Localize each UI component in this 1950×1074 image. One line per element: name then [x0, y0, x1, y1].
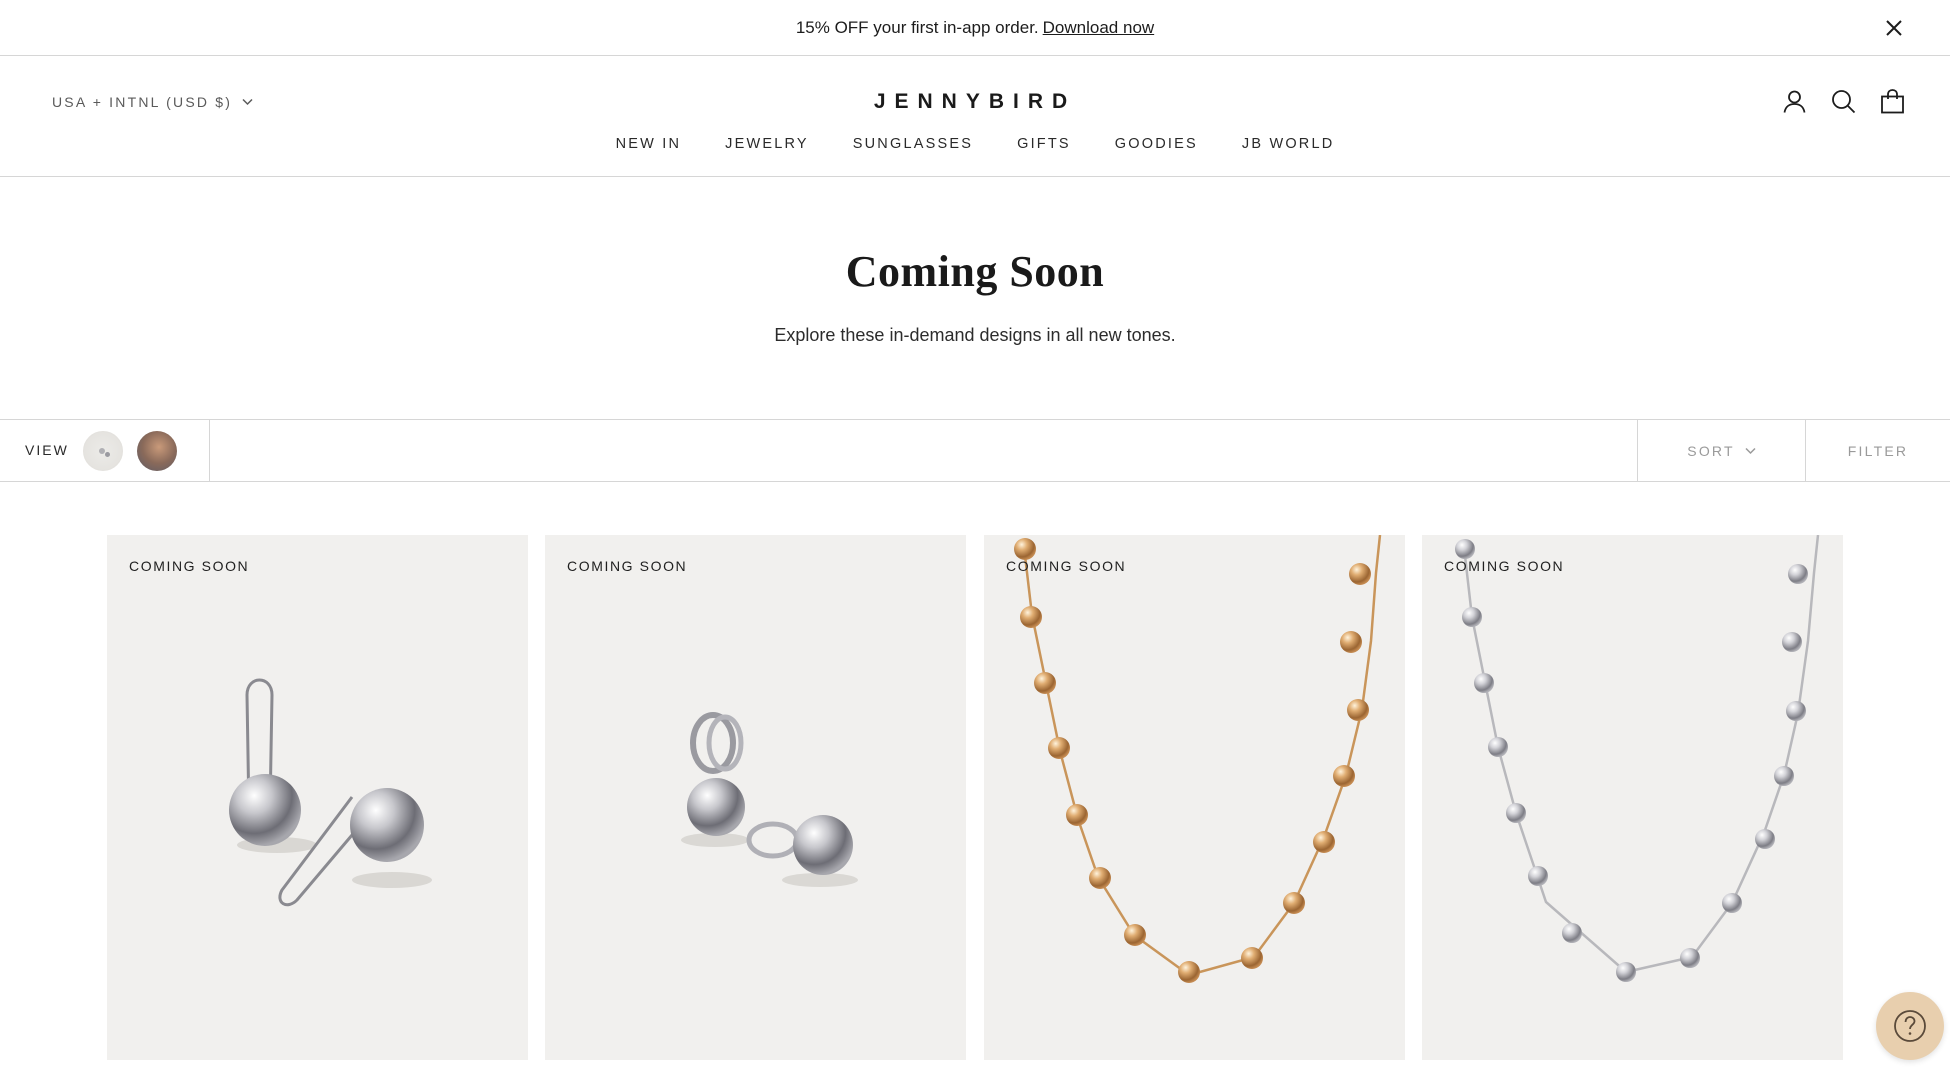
nav-item-new-in[interactable]: NEW IN [616, 136, 682, 152]
view-model-toggle[interactable] [137, 431, 177, 471]
gold-ball-chain-necklace-image [1014, 535, 1382, 983]
product-card[interactable]: COMING SOON [984, 535, 1405, 1060]
view-label: VIEW [25, 442, 69, 458]
nav-item-sunglasses[interactable]: SUNGLASSES [853, 136, 973, 152]
sort-label: SORT [1687, 442, 1735, 459]
announcement-text: 15% OFF your first in-app order. [795, 17, 1039, 37]
silver-ball-chain-necklace-image [1455, 535, 1820, 982]
filter-label: FILTER [1847, 442, 1909, 459]
help-chat-button[interactable] [1876, 992, 1944, 1060]
filter-button[interactable]: FILTER [1806, 420, 1950, 481]
collection-toolbar: VIEW SORT FILTER [0, 419, 1950, 482]
page-subtitle: Explore these in-demand designs in all n… [774, 325, 1176, 345]
bag-icon[interactable] [1879, 88, 1906, 115]
announcement-bar: 15% OFF your first in-app order. Downloa… [0, 0, 1950, 56]
product-thumb-detail [105, 452, 110, 457]
header-icons [1781, 88, 1906, 115]
nav-item-jb-world[interactable]: JB WORLD [1242, 136, 1335, 152]
site-logo[interactable]: JENNYBIRD [0, 90, 1950, 114]
sort-button[interactable]: SORT [1638, 420, 1805, 481]
search-icon[interactable] [1830, 88, 1857, 115]
coming-soon-badge: COMING SOON [1006, 558, 1127, 574]
site-header: USA + INTNL (USD $) JENNYBIRD NEW IN JEW… [0, 56, 1950, 177]
nav-item-goodies[interactable]: GOODIES [1115, 136, 1198, 152]
coming-soon-badge: COMING SOON [567, 558, 688, 574]
question-icon [1894, 1010, 1926, 1042]
silver-ball-drop-earrings-image [229, 678, 432, 907]
nav-item-jewelry[interactable]: JEWELRY [725, 136, 809, 152]
download-link[interactable]: Download now [1043, 18, 1155, 38]
toolbar-divider [209, 420, 210, 481]
coming-soon-badge: COMING SOON [129, 558, 250, 574]
product-card[interactable]: COMING SOON [107, 535, 528, 1060]
product-card[interactable]: COMING SOON [1422, 535, 1843, 1060]
page-title: Coming Soon [845, 247, 1105, 296]
account-icon[interactable] [1781, 88, 1808, 115]
chevron-down-icon [1745, 447, 1756, 454]
product-card[interactable]: COMING SOON [545, 535, 966, 1060]
coming-soon-badge: COMING SOON [1444, 558, 1565, 574]
view-product-toggle[interactable] [83, 431, 123, 471]
nav-item-gifts[interactable]: GIFTS [1017, 136, 1071, 152]
close-icon[interactable] [1882, 16, 1906, 40]
main-nav: NEW IN JEWELRY SUNGLASSES GIFTS GOODIES … [0, 136, 1950, 152]
silver-ball-huggie-earrings-image [681, 712, 858, 887]
